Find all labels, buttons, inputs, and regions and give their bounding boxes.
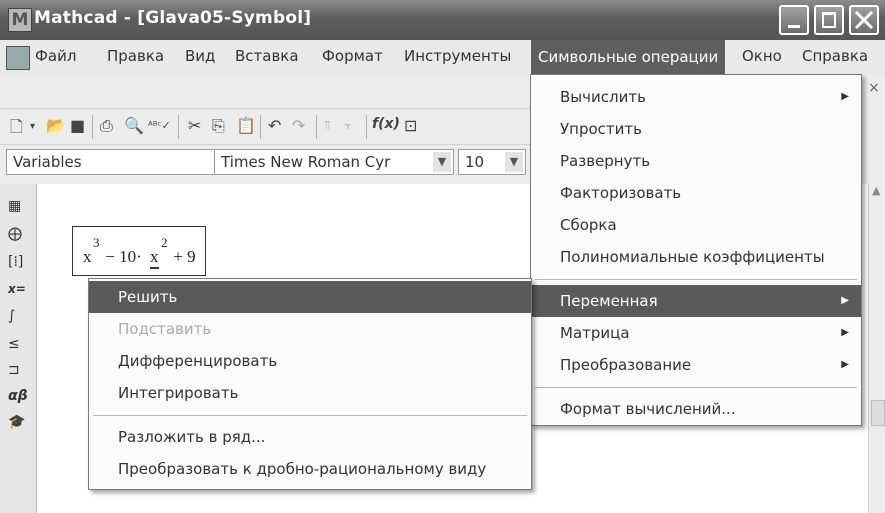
chevron-down-icon: ▼ [505,152,523,172]
paste-icon[interactable]: 📋 [236,116,256,135]
print-preview-icon[interactable]: 🔍 [124,116,144,135]
menu-item-integrate[interactable]: Интегрировать [89,377,531,409]
menu-item-differentiate[interactable]: Дифференцировать [89,345,531,377]
copy-icon[interactable]: ⎘ [212,116,225,136]
style-value: Variables [13,153,82,171]
format-toolbar: Variables ▼ Times New Roman Cyr ▼ 10 ▼ [0,144,530,181]
mathcad-logo-icon[interactable]: M [8,8,32,32]
minimize-button[interactable] [779,5,809,35]
boolean-icon[interactable]: ≤ [8,336,20,352]
chevron-up-icon[interactable]: ▲ [872,184,880,197]
font-value: Times New Roman Cyr [221,153,391,171]
menu-format[interactable]: Формат [322,47,383,65]
math-palette: ▦ ⨁ [⁞] x= ∫ ≤ ⊐ αβ 🎓 [0,184,37,513]
align-top-icon[interactable]: ⫪ [324,118,331,133]
menu-item-factor[interactable]: Факторизовать [531,177,861,209]
chevron-right-icon: ▶ [841,295,849,306]
close-doc-icon[interactable]: × [868,80,880,96]
calculus-icon[interactable]: ∫ [8,308,15,324]
menu-help[interactable]: Справка [802,47,868,65]
vertical-scrollbar[interactable]: ▲ [868,184,885,513]
symbolic-icon[interactable]: 🎓 [8,414,25,430]
greek-icon[interactable]: αβ [8,388,28,404]
menu-item-matrix[interactable]: Матрица ▶ [531,317,861,349]
math-expression[interactable]: x 3 − 10· x 2 + 9 [72,226,206,276]
menu-item-solve[interactable]: Решить [89,281,531,313]
menu-item-evaluate[interactable]: Вычислить ▶ [531,81,861,113]
print-icon[interactable]: ⎙ [100,116,113,136]
open-icon[interactable]: 📂 [46,116,66,135]
graph-icon[interactable]: ⨁ [8,226,22,242]
variable-submenu: Решить Подставить Дифференцировать Интег… [88,278,532,490]
spell-check-icon[interactable]: ᴬᴮᶜ✓ [148,119,171,132]
menu-item-partial-fraction[interactable]: Преобразовать к дробно-рациональному вид… [89,453,531,485]
font-size-value: 10 [465,153,485,171]
title-bar: M Mathcad - [Glava05-Symbol] [0,0,885,40]
expr-tail: + 9 [169,247,196,266]
window-title: Mathcad - [Glava05-Symbol] [34,8,312,28]
chevron-down-icon: ▼ [433,152,451,172]
menu-item-evaluation-format[interactable]: Формат вычислений... [531,393,861,425]
menu-item-transform[interactable]: Преобразование ▶ [531,349,861,381]
menu-item-collect[interactable]: Сборка [531,209,861,241]
save-icon[interactable]: ■ [70,116,85,135]
insert-function-icon[interactable]: f(x) [372,116,400,132]
menu-divider [535,387,857,388]
chevron-right-icon: ▶ [841,91,849,102]
symbolic-menu: Вычислить ▶ Упростить Развернуть Факториз… [530,74,862,426]
cut-icon[interactable]: ✂ [188,116,201,135]
maximize-button[interactable] [814,5,844,35]
menu-item-polynomial-coefficients[interactable]: Полиномиальные коэффициенты [531,241,861,273]
menu-item-variable[interactable]: Переменная ▶ [531,285,861,317]
redo-icon[interactable]: ↷ [292,116,305,135]
toolbar-area [0,74,530,104]
menu-tools[interactable]: Инструменты [404,47,511,65]
undo-icon[interactable]: ↶ [268,116,281,135]
font-select[interactable]: Times New Roman Cyr ▼ [214,149,454,175]
menu-insert[interactable]: Вставка [235,47,299,65]
programming-icon[interactable]: ⊐ [8,362,20,378]
menu-item-substitute[interactable]: Подставить [89,313,531,345]
menu-item-simplify[interactable]: Упростить [531,113,861,145]
evaluation-icon[interactable]: x= [8,282,26,296]
chevron-right-icon: ▶ [841,327,849,338]
menu-bar: Файл Правка Вид Вставка Формат Инструмен… [0,40,885,74]
menu-symbolic[interactable]: Символьные операции [531,40,726,74]
new-document-icon[interactable]: 🗋 [10,116,23,143]
expr-exp1: 3 [93,235,100,250]
close-button[interactable] [849,5,879,35]
expr-middle: − 10· [101,247,142,266]
style-select[interactable]: Variables ▼ [6,149,244,175]
menu-file[interactable]: Файл [35,47,76,65]
insert-unit-icon[interactable]: ⊡ [404,116,417,135]
expr-exp2: 2 [161,235,168,250]
menu-divider [93,415,527,416]
menu-item-expand[interactable]: Развернуть [531,145,861,177]
chevron-down-icon[interactable]: ▾ [30,121,35,132]
expr-base2: x [150,247,159,269]
menu-view[interactable]: Вид [185,47,215,65]
expr-base: x [83,247,92,266]
font-size-select[interactable]: 10 ▼ [458,149,526,175]
align-left-icon[interactable]: ⫟ [344,118,351,133]
calculator-icon[interactable]: ▦ [8,198,21,214]
menu-window[interactable]: Окно [742,47,782,65]
standard-toolbar: 🗋 ▾ 📂 ■ ⎙ 🔍 ᴬᴮᶜ✓ ✂ ⎘ 📋 ↶ ↷ ⫪ ⫟ f(x) ⊡ [0,108,530,145]
menu-item-expand-series[interactable]: Разложить в ряд... [89,421,531,453]
menu-edit[interactable]: Правка [107,47,164,65]
matrix-icon[interactable]: [⁞] [8,254,23,270]
document-icon[interactable] [6,46,30,70]
chevron-right-icon: ▶ [841,359,849,370]
menu-divider [535,279,857,280]
scrollbar-thumb[interactable] [871,400,885,426]
